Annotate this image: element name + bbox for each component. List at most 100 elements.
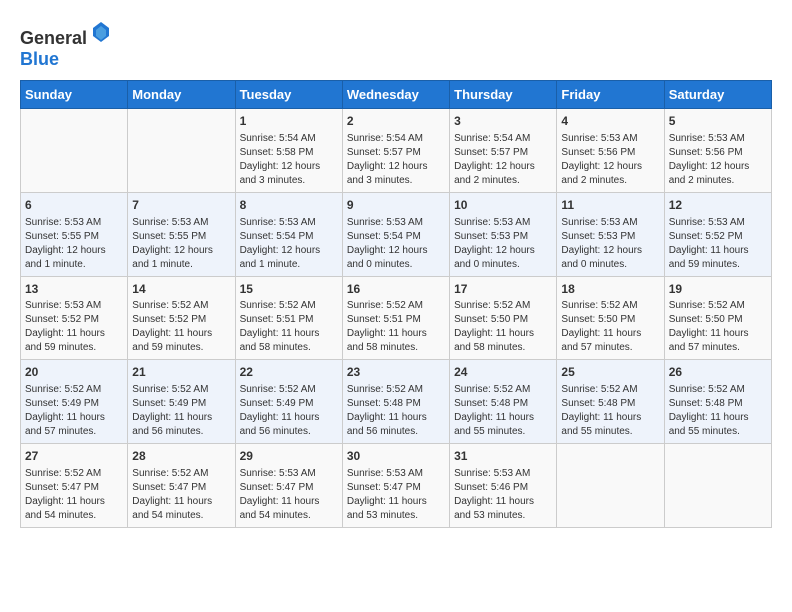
day-number: 30 bbox=[347, 448, 445, 465]
day-info: Sunrise: 5:52 AM Sunset: 5:51 PM Dayligh… bbox=[240, 299, 338, 355]
calendar-cell: 16Sunrise: 5:52 AM Sunset: 5:51 PM Dayli… bbox=[342, 276, 449, 360]
calendar-cell: 24 Sunrise: 5:52 AM Sunset: 5:48 PM Dayli… bbox=[450, 360, 557, 444]
day-info: Sunrise: 5:52 AM Sunset: 5:48 PM Dayligh… bbox=[454, 383, 552, 439]
day-info: Sunrise: 5:52 AM Sunset: 5:50 PM Dayligh… bbox=[669, 299, 767, 355]
calendar-cell: 28 Sunrise: 5:52 AM Sunset: 5:47 PM Dayli… bbox=[128, 444, 235, 528]
calendar-table: SundayMondayTuesdayWednesdayThursdayFrid… bbox=[20, 80, 772, 528]
calendar-week-2: 6 Sunrise: 5:53 AM Sunset: 5:55 PM Daylig… bbox=[21, 192, 772, 276]
day-info: Sunrise: 5:52 AM Sunset: 5:48 PM Dayligh… bbox=[561, 383, 659, 439]
day-number: 14 bbox=[132, 281, 230, 298]
day-number: 5 bbox=[669, 113, 767, 130]
day-number: 18 bbox=[561, 281, 659, 298]
calendar-cell: 11Sunrise: 5:53 AM Sunset: 5:53 PM Dayli… bbox=[557, 192, 664, 276]
day-number: 25 bbox=[561, 364, 659, 381]
day-number: 12 bbox=[669, 197, 767, 214]
day-info: Sunrise: 5:52 AM Sunset: 5:49 PM Dayligh… bbox=[132, 383, 230, 439]
day-number: 7 bbox=[132, 197, 230, 214]
weekday-header-sunday: Sunday bbox=[21, 81, 128, 109]
day-number: 10 bbox=[454, 197, 552, 214]
calendar-cell bbox=[128, 109, 235, 193]
weekday-header-wednesday: Wednesday bbox=[342, 81, 449, 109]
calendar-cell: 1 Sunrise: 5:54 AM Sunset: 5:58 PM Daylig… bbox=[235, 109, 342, 193]
calendar-cell: 10 Sunrise: 5:53 AM Sunset: 5:53 PM Dayli… bbox=[450, 192, 557, 276]
day-number: 4 bbox=[561, 113, 659, 130]
logo: General Blue bbox=[20, 20, 113, 70]
calendar-cell: 30 Sunrise: 5:53 AM Sunset: 5:47 PM Dayli… bbox=[342, 444, 449, 528]
calendar-week-5: 27 Sunrise: 5:52 AM Sunset: 5:47 PM Dayli… bbox=[21, 444, 772, 528]
calendar-cell: 17Sunrise: 5:52 AM Sunset: 5:50 PM Dayli… bbox=[450, 276, 557, 360]
page-header: General Blue bbox=[20, 20, 772, 70]
calendar-week-3: 13Sunrise: 5:53 AM Sunset: 5:52 PM Dayli… bbox=[21, 276, 772, 360]
day-info: Sunrise: 5:52 AM Sunset: 5:48 PM Dayligh… bbox=[669, 383, 767, 439]
day-number: 20 bbox=[25, 364, 123, 381]
day-number: 19 bbox=[669, 281, 767, 298]
calendar-cell: 6 Sunrise: 5:53 AM Sunset: 5:55 PM Daylig… bbox=[21, 192, 128, 276]
day-info: Sunrise: 5:54 AM Sunset: 5:58 PM Dayligh… bbox=[240, 132, 338, 188]
day-number: 23 bbox=[347, 364, 445, 381]
day-info: Sunrise: 5:53 AM Sunset: 5:47 PM Dayligh… bbox=[347, 467, 445, 523]
calendar-cell: 8Sunrise: 5:53 AM Sunset: 5:54 PM Daylig… bbox=[235, 192, 342, 276]
day-number: 2 bbox=[347, 113, 445, 130]
day-number: 31 bbox=[454, 448, 552, 465]
day-number: 15 bbox=[240, 281, 338, 298]
day-info: Sunrise: 5:53 AM Sunset: 5:46 PM Dayligh… bbox=[454, 467, 552, 523]
day-number: 28 bbox=[132, 448, 230, 465]
day-info: Sunrise: 5:52 AM Sunset: 5:47 PM Dayligh… bbox=[25, 467, 123, 523]
day-info: Sunrise: 5:53 AM Sunset: 5:53 PM Dayligh… bbox=[454, 216, 552, 272]
day-number: 3 bbox=[454, 113, 552, 130]
calendar-cell: 5 Sunrise: 5:53 AM Sunset: 5:56 PM Daylig… bbox=[664, 109, 771, 193]
calendar-cell: 4 Sunrise: 5:53 AM Sunset: 5:56 PM Daylig… bbox=[557, 109, 664, 193]
calendar-cell: 19Sunrise: 5:52 AM Sunset: 5:50 PM Dayli… bbox=[664, 276, 771, 360]
day-info: Sunrise: 5:52 AM Sunset: 5:48 PM Dayligh… bbox=[347, 383, 445, 439]
weekday-header-thursday: Thursday bbox=[450, 81, 557, 109]
day-info: Sunrise: 5:53 AM Sunset: 5:56 PM Dayligh… bbox=[669, 132, 767, 188]
calendar-cell: 7 Sunrise: 5:53 AM Sunset: 5:55 PM Daylig… bbox=[128, 192, 235, 276]
weekday-header-saturday: Saturday bbox=[664, 81, 771, 109]
calendar-cell: 21 Sunrise: 5:52 AM Sunset: 5:49 PM Dayli… bbox=[128, 360, 235, 444]
weekday-header-friday: Friday bbox=[557, 81, 664, 109]
day-info: Sunrise: 5:53 AM Sunset: 5:52 PM Dayligh… bbox=[25, 299, 123, 355]
day-info: Sunrise: 5:53 AM Sunset: 5:55 PM Dayligh… bbox=[132, 216, 230, 272]
day-number: 1 bbox=[240, 113, 338, 130]
calendar-cell: 15Sunrise: 5:52 AM Sunset: 5:51 PM Dayli… bbox=[235, 276, 342, 360]
day-info: Sunrise: 5:52 AM Sunset: 5:50 PM Dayligh… bbox=[561, 299, 659, 355]
day-info: Sunrise: 5:53 AM Sunset: 5:56 PM Dayligh… bbox=[561, 132, 659, 188]
calendar-cell: 9Sunrise: 5:53 AM Sunset: 5:54 PM Daylig… bbox=[342, 192, 449, 276]
calendar-cell: 20Sunrise: 5:52 AM Sunset: 5:49 PM Dayli… bbox=[21, 360, 128, 444]
day-number: 8 bbox=[240, 197, 338, 214]
day-info: Sunrise: 5:52 AM Sunset: 5:51 PM Dayligh… bbox=[347, 299, 445, 355]
day-info: Sunrise: 5:54 AM Sunset: 5:57 PM Dayligh… bbox=[347, 132, 445, 188]
day-info: Sunrise: 5:52 AM Sunset: 5:52 PM Dayligh… bbox=[132, 299, 230, 355]
day-number: 6 bbox=[25, 197, 123, 214]
calendar-cell: 29 Sunrise: 5:53 AM Sunset: 5:47 PM Dayli… bbox=[235, 444, 342, 528]
day-number: 16 bbox=[347, 281, 445, 298]
calendar-cell bbox=[21, 109, 128, 193]
logo-icon bbox=[89, 20, 113, 44]
day-info: Sunrise: 5:54 AM Sunset: 5:57 PM Dayligh… bbox=[454, 132, 552, 188]
calendar-week-1: 1 Sunrise: 5:54 AM Sunset: 5:58 PM Daylig… bbox=[21, 109, 772, 193]
calendar-cell: 18Sunrise: 5:52 AM Sunset: 5:50 PM Dayli… bbox=[557, 276, 664, 360]
day-info: Sunrise: 5:52 AM Sunset: 5:47 PM Dayligh… bbox=[132, 467, 230, 523]
day-info: Sunrise: 5:53 AM Sunset: 5:53 PM Dayligh… bbox=[561, 216, 659, 272]
day-info: Sunrise: 5:53 AM Sunset: 5:47 PM Dayligh… bbox=[240, 467, 338, 523]
calendar-cell: 3 Sunrise: 5:54 AM Sunset: 5:57 PM Daylig… bbox=[450, 109, 557, 193]
day-number: 17 bbox=[454, 281, 552, 298]
calendar-cell bbox=[664, 444, 771, 528]
day-info: Sunrise: 5:52 AM Sunset: 5:50 PM Dayligh… bbox=[454, 299, 552, 355]
calendar-cell: 26 Sunrise: 5:52 AM Sunset: 5:48 PM Dayli… bbox=[664, 360, 771, 444]
calendar-cell bbox=[557, 444, 664, 528]
weekday-header-monday: Monday bbox=[128, 81, 235, 109]
calendar-cell: 23 Sunrise: 5:52 AM Sunset: 5:48 PM Dayli… bbox=[342, 360, 449, 444]
weekday-header-row: SundayMondayTuesdayWednesdayThursdayFrid… bbox=[21, 81, 772, 109]
day-number: 26 bbox=[669, 364, 767, 381]
day-info: Sunrise: 5:53 AM Sunset: 5:54 PM Dayligh… bbox=[347, 216, 445, 272]
day-number: 24 bbox=[454, 364, 552, 381]
calendar-cell: 12 Sunrise: 5:53 AM Sunset: 5:52 PM Dayli… bbox=[664, 192, 771, 276]
day-number: 22 bbox=[240, 364, 338, 381]
day-number: 27 bbox=[25, 448, 123, 465]
day-info: Sunrise: 5:53 AM Sunset: 5:52 PM Dayligh… bbox=[669, 216, 767, 272]
day-info: Sunrise: 5:53 AM Sunset: 5:55 PM Dayligh… bbox=[25, 216, 123, 272]
day-number: 21 bbox=[132, 364, 230, 381]
weekday-header-tuesday: Tuesday bbox=[235, 81, 342, 109]
day-number: 29 bbox=[240, 448, 338, 465]
